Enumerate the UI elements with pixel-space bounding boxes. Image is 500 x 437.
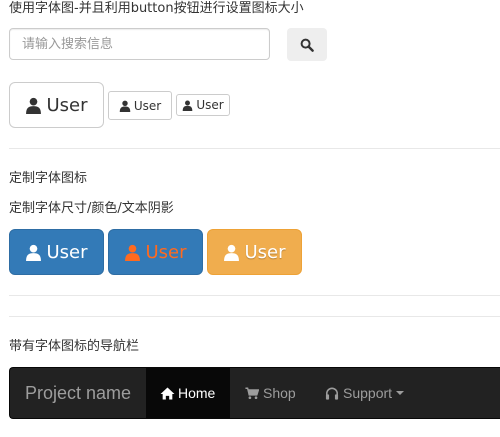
section-divider [9, 316, 500, 317]
user-icon [224, 244, 240, 261]
user-button-orange[interactable]: User [108, 229, 203, 275]
navbar-brand[interactable]: Project name [25, 383, 131, 403]
section-title-navbar-icons: 带有字体图标的导航栏 [9, 339, 140, 354]
nav-item-home[interactable]: Home [160, 368, 215, 418]
nav-item-label: Support [343, 385, 393, 401]
home-icon [160, 386, 175, 400]
search-button[interactable] [287, 28, 327, 61]
user-button-large[interactable]: User [9, 82, 104, 128]
nav-item-label: Shop [263, 385, 296, 401]
nav-item-support[interactable]: Support [325, 368, 405, 418]
user-button-label: User [196, 98, 224, 112]
section-subtitle-custom-style: 定制字体尺寸/颜色/文本阴影 [9, 201, 174, 216]
user-button-small[interactable]: User [108, 91, 172, 120]
user-button-label: User [145, 241, 187, 263]
nav-item-label: Home [178, 385, 216, 401]
user-icon [125, 244, 141, 261]
user-button-label: User [244, 241, 286, 263]
user-button-label: User [46, 94, 88, 116]
user-icon [26, 244, 42, 261]
section-title-font-icons: 使用字体图-并且利用button按钮进行设置图标大小 [9, 1, 304, 16]
user-button-label: User [46, 241, 88, 263]
chevron-down-icon [396, 391, 405, 395]
user-button-warning[interactable]: User [207, 229, 302, 275]
user-button-primary[interactable]: User [9, 229, 104, 275]
headphones-icon [325, 387, 339, 400]
section-divider [9, 148, 500, 149]
user-icon [119, 100, 131, 112]
nav-item-shop[interactable]: Shop [245, 368, 296, 418]
search-icon [300, 38, 314, 52]
search-input[interactable] [9, 28, 270, 60]
user-icon [183, 100, 193, 111]
shopping-cart-icon [245, 387, 259, 399]
user-button-extra-small[interactable]: User [176, 94, 230, 116]
section-title-custom-icons: 定制字体图标 [9, 171, 88, 186]
user-icon [26, 97, 42, 114]
section-divider [9, 295, 500, 296]
user-button-label: User [133, 98, 162, 113]
